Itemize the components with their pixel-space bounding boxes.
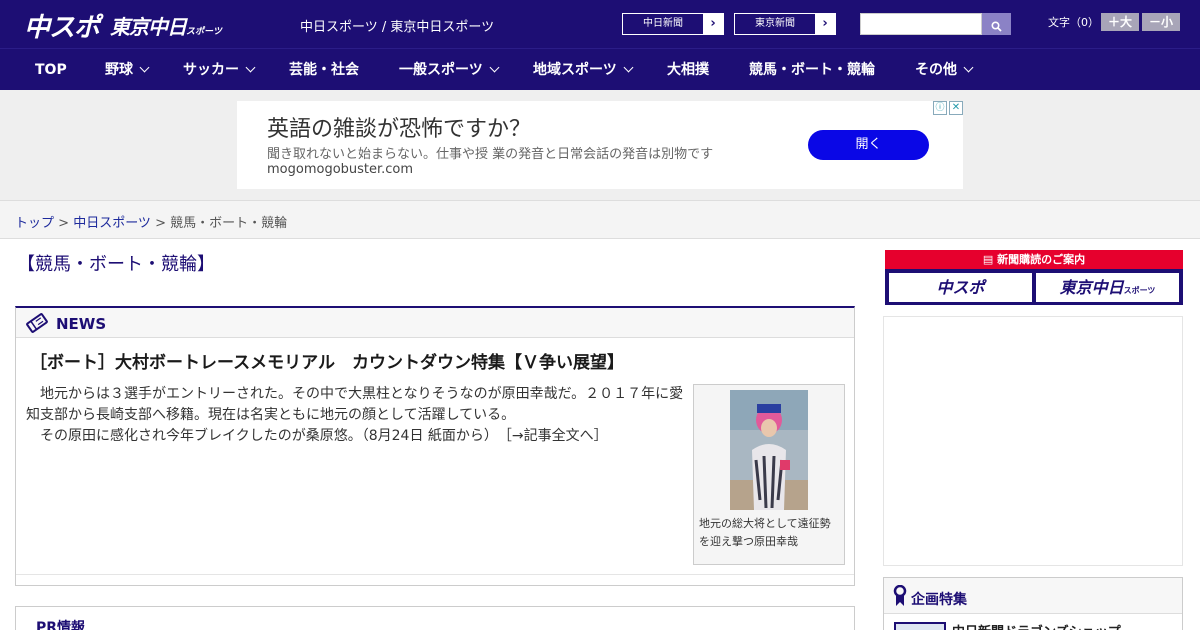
ad-close-icon[interactable]: ✕	[949, 101, 963, 115]
nav-label: 芸能・社会	[289, 62, 359, 78]
nav-regional-sports[interactable]: 地域スポーツ	[533, 49, 634, 91]
breadcrumb-separator: >	[150, 216, 171, 231]
sidebar-ad[interactable]	[883, 316, 1183, 566]
news-header: NEWS	[16, 308, 854, 338]
article-paragraph: 地元からは３選手がエントリーされた。その中で大黒柱となりそうなのが原田幸哉だ。２…	[26, 386, 684, 423]
search-button[interactable]	[982, 13, 1011, 35]
banner-ad[interactable]: 英語の雑談が恐怖ですか？ 聞き取れないと始まらない。仕事や授 業の発音と日常会話…	[237, 101, 963, 189]
subscription-header: ▤ 新聞購読のご案内	[885, 250, 1183, 269]
top-header: 中スポ 東京中日スポーツ 中日スポーツ / 東京中日スポーツ 中日新聞 › 東京…	[0, 0, 1200, 48]
breadcrumb-top[interactable]: トップ	[15, 216, 54, 231]
nav-label: 一般スポーツ	[399, 62, 483, 78]
subscription-box: ▤ 新聞購読のご案内 中スポ 東京中日スポーツ	[885, 250, 1183, 305]
racer-photo-image	[730, 390, 808, 510]
ad-title: 英語の雑談が恐怖ですか？	[267, 117, 532, 142]
ticket-icon	[26, 313, 48, 333]
site-names: 中日スポーツ / 東京中日スポーツ	[300, 20, 495, 35]
feature-label: 企画特集	[911, 592, 967, 608]
pr-section: PR情報	[15, 606, 855, 630]
chevron-down-icon	[623, 62, 634, 73]
read-more-link[interactable]: ［→記事全文へ］	[505, 428, 608, 444]
nav-label: サッカー	[183, 62, 239, 78]
chevron-down-icon	[489, 62, 500, 73]
nav-label: TOP	[35, 62, 67, 78]
nav-label: 競馬・ボート・競輪	[749, 62, 875, 78]
article-body: 地元からは３選手がエントリーされた。その中で大黒柱となりそうなのが原田幸哉だ。２…	[26, 384, 686, 447]
breadcrumb-bar: トップ > 中日スポーツ > 競馬・ボート・競輪	[0, 200, 1200, 239]
tokyo-chunichi-logo[interactable]: 東京中日スポーツ	[110, 11, 222, 40]
photo-caption: 地元の総大将として遠征勢を迎え撃つ原田幸哉	[699, 517, 831, 548]
tokyo-logo-main: 東京中日	[110, 15, 187, 39]
award-ribbon-icon	[893, 585, 907, 606]
tokyo-shimbun-link[interactable]: 東京新聞 ›	[734, 13, 836, 35]
nav-label: 野球	[105, 62, 133, 78]
nav-label: 大相撲	[667, 62, 709, 78]
article-paragraph-2: その原田に感化され今年ブレイクしたのが桑原悠。（8月24日 紙面から）	[26, 428, 491, 444]
tokyo-shimbun-label: 東京新聞	[735, 14, 815, 34]
subscription-head-label: 新聞購読のご案内	[997, 253, 1086, 266]
breadcrumb-current: 競馬・ボート・競輪	[170, 216, 288, 231]
nav-entertainment[interactable]: 芸能・社会	[289, 49, 359, 91]
nav-baseball[interactable]: 野球	[105, 49, 150, 91]
subscribe-chuspo-button[interactable]: 中スポ	[889, 273, 1032, 302]
article-title[interactable]: ［ボート］大村ボートレースメモリアル カウントダウン特集【Ｖ争い展望】	[30, 348, 624, 373]
ad-description: 聞き取れないと始まらない。仕事や授 業の発音と日常会話の発音は別物です	[267, 147, 714, 162]
article-paragraph: その原田に感化され今年ブレイクしたのが桑原悠。（8月24日 紙面から） ［→記事…	[26, 426, 686, 447]
breadcrumb-separator: >	[54, 216, 74, 231]
chevron-down-icon	[245, 62, 256, 73]
chuspo-logo[interactable]: 中スポ	[24, 7, 100, 44]
feature-header: 企画特集	[884, 578, 1182, 614]
news-label: NEWS	[56, 315, 107, 333]
nav-label: 地域スポーツ	[533, 62, 617, 78]
search-icon	[991, 21, 1002, 32]
ad-band: 英語の雑談が恐怖ですか？ 聞き取れないと始まらない。仕事や授 業の発音と日常会話…	[0, 90, 1200, 200]
breadcrumb: トップ > 中日スポーツ > 競馬・ボート・競輪	[15, 212, 287, 231]
chevron-right-icon: ›	[822, 16, 828, 31]
feature-item-link[interactable]: 中日新聞ドラゴンズショップ	[952, 621, 1121, 630]
chunichi-shimbun-link[interactable]: 中日新聞 ›	[622, 13, 724, 35]
ad-domain: mogomogobuster.com	[267, 162, 414, 177]
feature-thumbnail[interactable]	[894, 622, 946, 630]
newspaper-icon: ▤	[982, 253, 998, 266]
ad-open-button[interactable]: 開く	[808, 130, 929, 160]
ad-choices-icon[interactable]: ⓘ	[933, 101, 947, 115]
nav-label: その他	[915, 62, 957, 78]
subscribe-tokyo-button[interactable]: 東京中日スポーツ	[1036, 273, 1179, 302]
article-photo[interactable]	[730, 390, 808, 510]
subscribe-tokyo-sub: スポーツ	[1123, 286, 1156, 295]
nav-soccer[interactable]: サッカー	[183, 49, 256, 91]
nav-sumo[interactable]: 大相撲	[667, 49, 709, 91]
page-title: 【競馬・ボート・競輪】	[17, 254, 215, 275]
font-size-label: 文字（0）	[1048, 16, 1099, 29]
nav-general-sports[interactable]: 一般スポーツ	[399, 49, 500, 91]
chunichi-shimbun-label: 中日新聞	[623, 14, 703, 34]
chevron-down-icon	[139, 62, 150, 73]
pr-label: PR情報	[36, 620, 86, 630]
news-divider	[16, 574, 854, 575]
article-photo-box[interactable]: 地元の総大将として遠征勢を迎え撃つ原田幸哉	[693, 384, 845, 565]
breadcrumb-chunichi-sports[interactable]: 中日スポーツ	[73, 216, 151, 231]
chevron-down-icon	[963, 62, 974, 73]
font-larger-button[interactable]: ＋大	[1101, 13, 1139, 31]
subscribe-tokyo-label: 東京中日	[1059, 278, 1124, 297]
nav-racing[interactable]: 競馬・ボート・競輪	[749, 49, 875, 91]
nav-top[interactable]: TOP	[35, 49, 67, 91]
feature-section: 企画特集 中日新聞ドラゴンズショップ	[883, 577, 1183, 630]
nav-other[interactable]: その他	[915, 49, 974, 91]
main-nav: TOP 野球 サッカー 芸能・社会 一般スポーツ 地域スポーツ 大相撲 競馬・ボ…	[0, 48, 1200, 90]
chevron-right-icon: ›	[710, 16, 716, 31]
search-input[interactable]	[860, 13, 982, 35]
tokyo-logo-sub: スポーツ	[186, 27, 222, 37]
news-section: NEWS ［ボート］大村ボートレースメモリアル カウントダウン特集【Ｖ争い展望】…	[15, 306, 855, 586]
font-smaller-button[interactable]: －小	[1142, 13, 1180, 31]
